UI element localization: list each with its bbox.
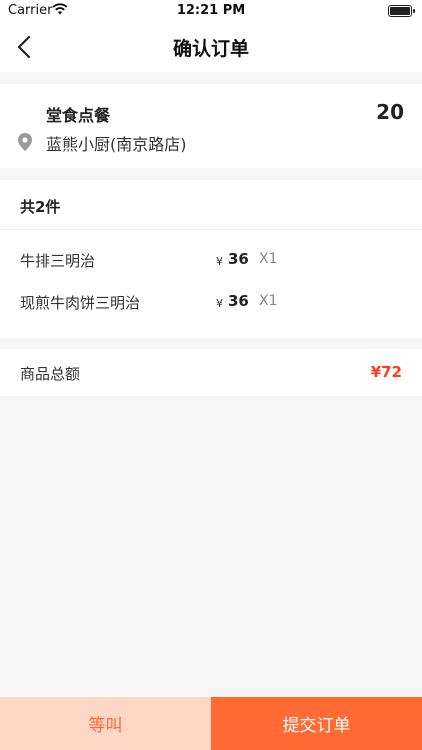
page-title: 确认订单 <box>172 38 249 60</box>
item-price: 36 <box>228 250 249 268</box>
total-label: 商品总额 <box>20 365 81 383</box>
battery-icon <box>388 5 415 17</box>
wait-button[interactable]: 等叫 <box>0 697 211 750</box>
shop-name: 蓝熊小厨(南京路店) <box>46 135 187 154</box>
item-name: 牛排三明治 <box>20 252 96 270</box>
total-card: 商品总额 ¥72 <box>0 349 422 396</box>
navigation-bar: 确认订单 <box>0 22 422 72</box>
order-items-card: 共2件 牛排三明治 ¥ 36 X1 现煎牛肉饼三明治 ¥ 36 X1 <box>0 180 422 338</box>
submit-order-button[interactable]: 提交订单 <box>211 697 422 750</box>
item-count: 共2件 <box>20 198 61 216</box>
item-quantity: X1 <box>259 251 278 267</box>
total-amount: ¥72 <box>370 363 402 381</box>
item-name: 现煎牛肉饼三明治 <box>20 294 141 312</box>
status-bar: Carrier 12:21 PM <box>0 0 422 22</box>
list-item: 现煎牛肉饼三明治 ¥ 36 X1 <box>0 282 422 324</box>
currency-symbol: ¥ <box>216 255 223 268</box>
item-price: 36 <box>228 292 249 310</box>
list-item: 牛排三明治 ¥ 36 X1 <box>0 240 422 282</box>
shop-info-card: 堂食点餐 20 蓝熊小厨(南京路店) <box>0 84 422 168</box>
divider <box>0 229 422 230</box>
table-number: 20 <box>376 100 404 124</box>
status-time: 12:21 PM <box>176 3 246 18</box>
item-quantity: X1 <box>259 293 278 309</box>
map-pin-icon <box>18 133 32 155</box>
bottom-action-bar: 等叫 提交订单 <box>0 697 422 750</box>
currency-symbol: ¥ <box>216 297 223 310</box>
order-type-label: 堂食点餐 <box>46 106 111 125</box>
